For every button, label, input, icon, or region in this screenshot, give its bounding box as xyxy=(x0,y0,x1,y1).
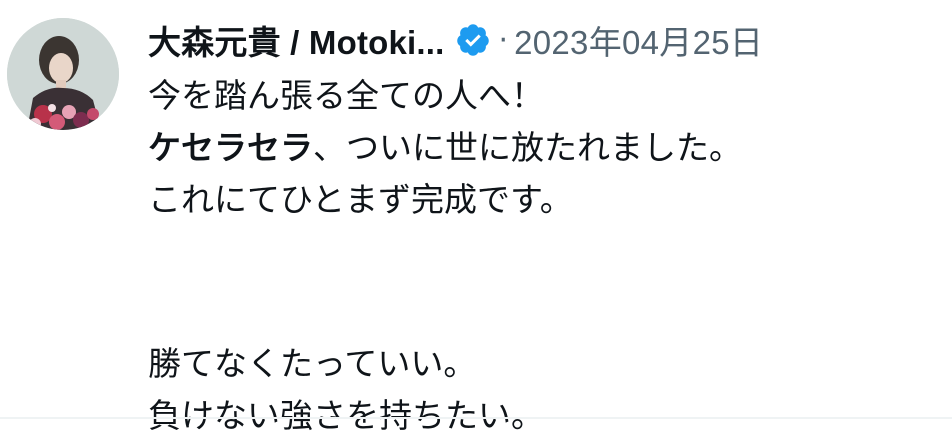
verified-badge-icon xyxy=(455,22,491,58)
tweet-line-1: 今を踏ん張る全ての人へ！ xyxy=(148,76,544,115)
tweet-card[interactable]: 大森元貴 / Motoki... · 2023年04月25日 今を踏ん張る全ての… xyxy=(0,0,952,435)
tweet-line-3: これにてひとまず完成です。 xyxy=(148,180,573,219)
song-title-link[interactable]: ケセラセラ xyxy=(148,128,313,167)
tweet-line-4: 勝てなくたっていい。 xyxy=(148,344,477,383)
user-avatar-icon xyxy=(7,18,119,130)
tweet-date[interactable]: 2023年04月25日 xyxy=(514,16,763,64)
author-avatar[interactable] xyxy=(7,18,119,130)
tweet-line-2-rest: 、ついに世に放たれました。 xyxy=(313,128,742,167)
separator-dot: · xyxy=(498,22,509,58)
tweet-header: 大森元貴 / Motoki... · 2023年04月25日 xyxy=(148,14,763,66)
tweet-text: 今を踏ん張る全ての人へ！ ケセラセラ、ついに世に放たれました。 これにてひとまず… xyxy=(148,70,938,442)
tweet-line-2: ケセラセラ、ついに世に放たれました。 xyxy=(148,122,938,174)
tweet-line-5: 負けない強さを持ちたい。 xyxy=(148,396,544,435)
author-display-name[interactable]: 大森元貴 / Motoki... xyxy=(148,16,445,64)
